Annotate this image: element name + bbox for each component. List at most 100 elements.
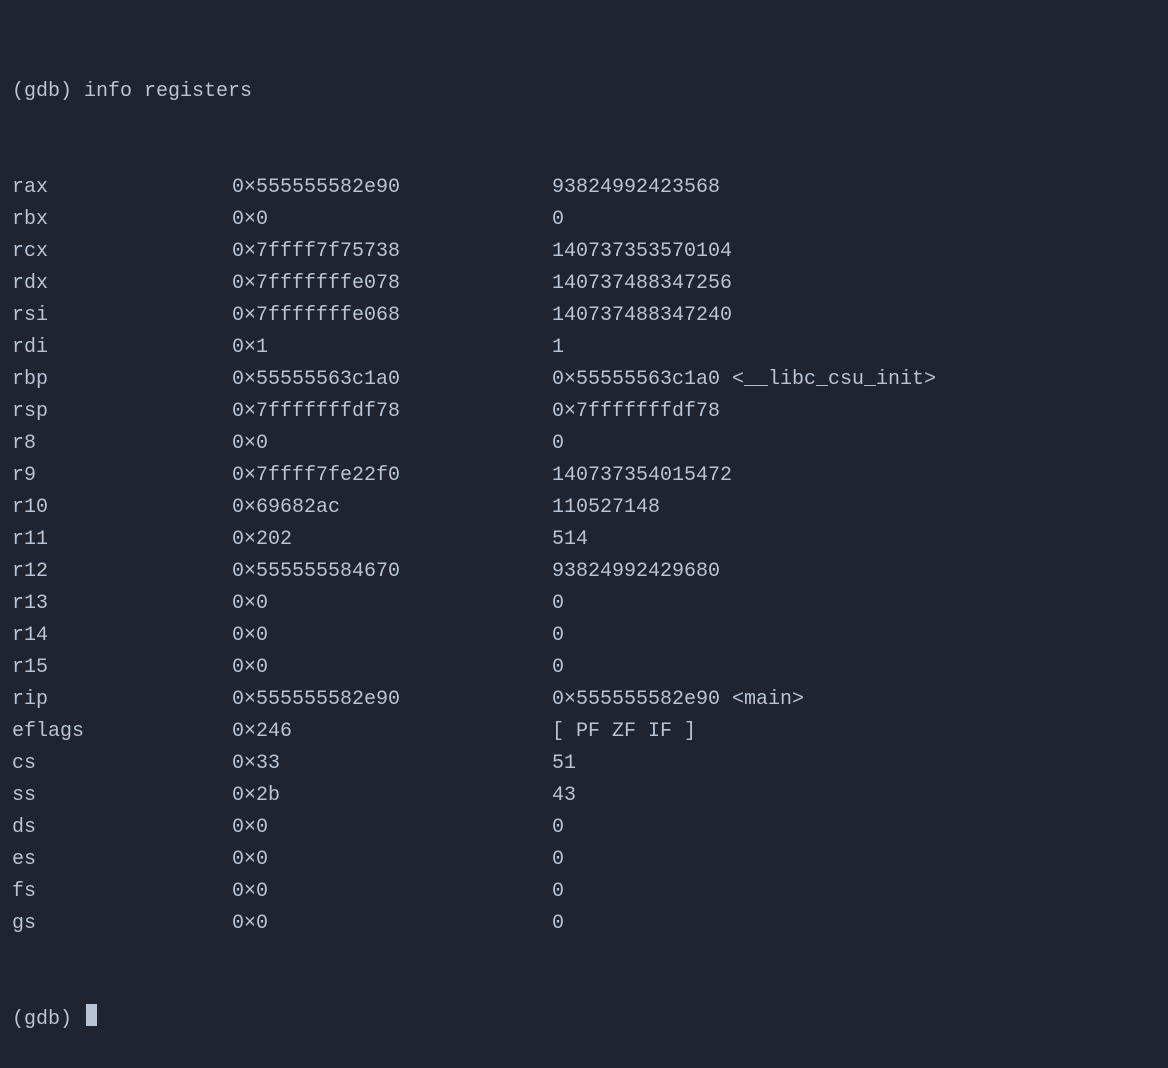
register-hex-value: 0×7fffffffe068	[232, 300, 552, 332]
register-name: r15	[12, 652, 232, 684]
register-row: r140×00	[12, 620, 1156, 652]
register-row: r100×69682ac110527148	[12, 492, 1156, 524]
register-hex-value: 0×555555582e90	[232, 684, 552, 716]
register-row: rsi0×7fffffffe068140737488347240	[12, 300, 1156, 332]
register-hex-value: 0×55555563c1a0	[232, 364, 552, 396]
register-dec-value: 93824992423568	[552, 172, 720, 204]
register-row: rdi0×11	[12, 332, 1156, 364]
register-row: fs0×00	[12, 876, 1156, 908]
register-row: r130×00	[12, 588, 1156, 620]
register-hex-value: 0×0	[232, 844, 552, 876]
register-hex-value: 0×0	[232, 620, 552, 652]
register-row: cs0×3351	[12, 748, 1156, 780]
register-hex-value: 0×0	[232, 812, 552, 844]
register-row: r120×55555558467093824992429680	[12, 556, 1156, 588]
register-row: rbx0×00	[12, 204, 1156, 236]
register-hex-value: 0×246	[232, 716, 552, 748]
register-row: rip0×555555582e900×555555582e90 <main>	[12, 684, 1156, 716]
register-name: es	[12, 844, 232, 876]
register-hex-value: 0×0	[232, 204, 552, 236]
command-prompt-line[interactable]: (gdb)	[12, 1004, 1156, 1036]
register-row: ss0×2b43	[12, 780, 1156, 812]
register-hex-value: 0×555555584670	[232, 556, 552, 588]
register-dec-value: 140737488347240	[552, 300, 732, 332]
terminal-output: (gdb) info registers rax0×555555582e9093…	[12, 12, 1156, 1068]
register-name: eflags	[12, 716, 232, 748]
register-name: fs	[12, 876, 232, 908]
register-dec-value: 0×7fffffffdf78	[552, 396, 720, 428]
command-line: (gdb) info registers	[12, 76, 1156, 108]
register-name: gs	[12, 908, 232, 940]
register-dec-value: 0	[552, 908, 564, 940]
register-dec-value: 514	[552, 524, 588, 556]
register-row: gs0×00	[12, 908, 1156, 940]
register-dec-value: 110527148	[552, 492, 660, 524]
register-dec-value: 0×55555563c1a0 <__libc_csu_init>	[552, 364, 936, 396]
register-dec-value: 0	[552, 204, 564, 236]
register-hex-value: 0×0	[232, 908, 552, 940]
register-dec-value: 0	[552, 588, 564, 620]
register-name: rbp	[12, 364, 232, 396]
register-dec-value: 1	[552, 332, 564, 364]
register-name: r11	[12, 524, 232, 556]
register-name: rip	[12, 684, 232, 716]
register-row: eflags0×246[ PF ZF IF ]	[12, 716, 1156, 748]
register-row: rsp0×7fffffffdf780×7fffffffdf78	[12, 396, 1156, 428]
register-name: r10	[12, 492, 232, 524]
register-dec-value: 0	[552, 812, 564, 844]
register-row: rdx0×7fffffffe078140737488347256	[12, 268, 1156, 300]
register-name: r14	[12, 620, 232, 652]
register-name: rax	[12, 172, 232, 204]
register-hex-value: 0×1	[232, 332, 552, 364]
register-name: cs	[12, 748, 232, 780]
register-list: rax0×555555582e9093824992423568rbx0×00rc…	[12, 172, 1156, 940]
register-hex-value: 0×7fffffffe078	[232, 268, 552, 300]
register-row: r110×202514	[12, 524, 1156, 556]
register-name: r8	[12, 428, 232, 460]
register-row: rax0×555555582e9093824992423568	[12, 172, 1156, 204]
register-hex-value: 0×202	[232, 524, 552, 556]
register-name: rbx	[12, 204, 232, 236]
gdb-prompt-2: (gdb)	[12, 1004, 84, 1036]
register-name: ds	[12, 812, 232, 844]
gdb-prompt: (gdb)	[12, 76, 84, 108]
register-dec-value: 0×555555582e90 <main>	[552, 684, 804, 716]
register-name: r9	[12, 460, 232, 492]
register-hex-value: 0×0	[232, 876, 552, 908]
register-name: rdx	[12, 268, 232, 300]
register-hex-value: 0×0	[232, 588, 552, 620]
register-hex-value: 0×555555582e90	[232, 172, 552, 204]
register-dec-value: 0	[552, 844, 564, 876]
register-dec-value: 0	[552, 652, 564, 684]
register-dec-value: 0	[552, 876, 564, 908]
register-row: r80×00	[12, 428, 1156, 460]
register-dec-value: 93824992429680	[552, 556, 720, 588]
register-row: r150×00	[12, 652, 1156, 684]
register-name: rsp	[12, 396, 232, 428]
register-dec-value: 51	[552, 748, 576, 780]
register-hex-value: 0×7fffffffdf78	[232, 396, 552, 428]
register-row: r90×7ffff7fe22f0140737354015472	[12, 460, 1156, 492]
register-name: rcx	[12, 236, 232, 268]
register-hex-value: 0×33	[232, 748, 552, 780]
register-row: es0×00	[12, 844, 1156, 876]
register-hex-value: 0×2b	[232, 780, 552, 812]
gdb-command: info registers	[84, 76, 252, 108]
register-dec-value: 0	[552, 620, 564, 652]
register-hex-value: 0×0	[232, 652, 552, 684]
register-dec-value: 140737488347256	[552, 268, 732, 300]
register-hex-value: 0×69682ac	[232, 492, 552, 524]
register-name: r13	[12, 588, 232, 620]
register-row: rcx0×7ffff7f75738140737353570104	[12, 236, 1156, 268]
register-row: ds0×00	[12, 812, 1156, 844]
register-dec-value: 140737353570104	[552, 236, 732, 268]
register-dec-value: [ PF ZF IF ]	[552, 716, 696, 748]
register-hex-value: 0×7ffff7f75738	[232, 236, 552, 268]
cursor	[86, 1004, 97, 1026]
register-name: ss	[12, 780, 232, 812]
register-dec-value: 43	[552, 780, 576, 812]
register-hex-value: 0×0	[232, 428, 552, 460]
register-name: rsi	[12, 300, 232, 332]
register-name: rdi	[12, 332, 232, 364]
register-dec-value: 0	[552, 428, 564, 460]
